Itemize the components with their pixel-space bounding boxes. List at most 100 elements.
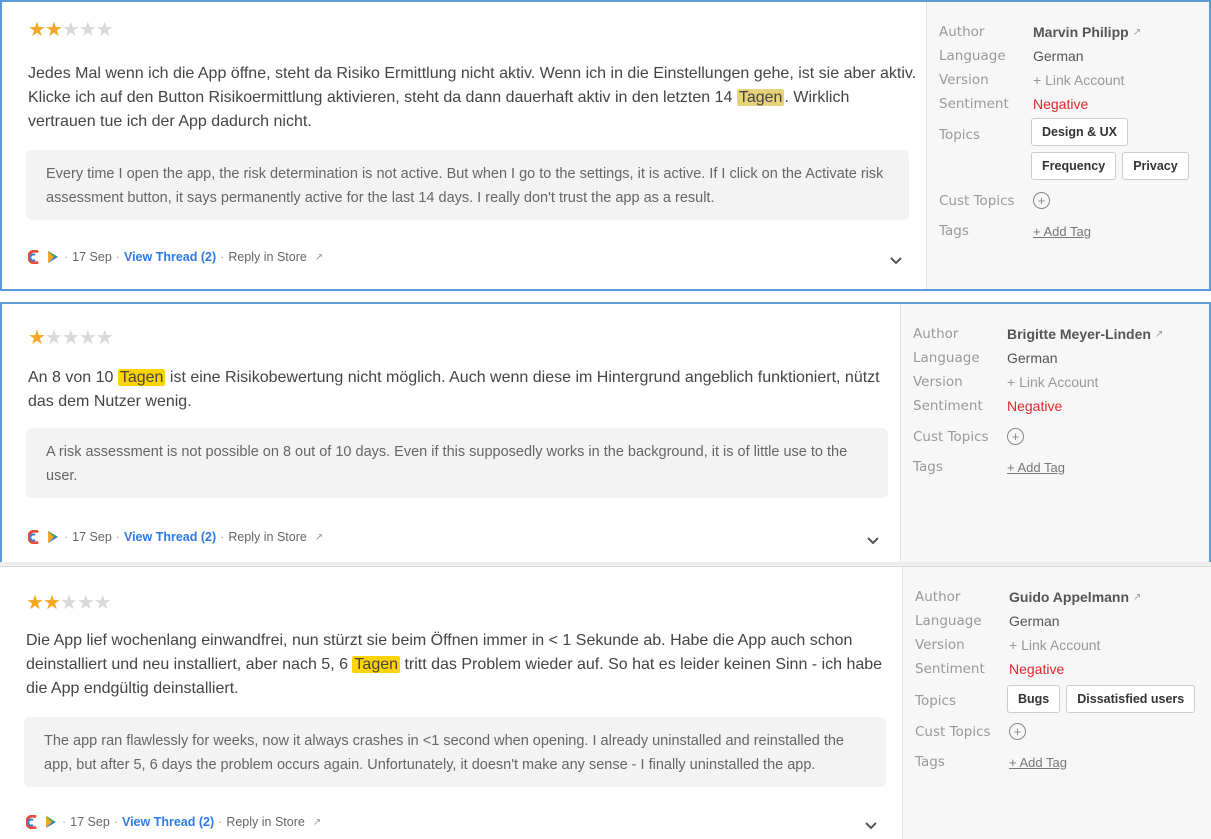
add-tag-link[interactable]: + Add Tag: [1009, 755, 1067, 770]
cust-topics-label: Cust Topics: [915, 723, 991, 740]
review-text: Jedes Mal wenn ich die App öffne, steht …: [28, 62, 918, 134]
review-text-part: An 8 von 10: [28, 369, 118, 386]
translation-text: A risk assessment is not possible on 8 o…: [46, 444, 848, 484]
app-logo-icon: [26, 815, 37, 829]
star-icon: ★: [95, 327, 114, 349]
star-icon: ★: [76, 592, 95, 614]
plus-circle-icon[interactable]: +: [1033, 192, 1050, 209]
sentiment-label: Sentiment: [915, 661, 985, 677]
view-thread-link[interactable]: View Thread (2): [124, 530, 216, 544]
separator: ·: [115, 530, 120, 544]
version-label: Version: [915, 637, 965, 653]
review-sidebar: Author Guido Appelmann ↗ Language German Ve…: [902, 567, 1211, 839]
add-tag-link[interactable]: + Add Tag: [1007, 460, 1065, 475]
review-text: An 8 von 10 Tagen ist eine Risikobewertu…: [28, 366, 888, 414]
app-logo-icon: [28, 250, 39, 264]
topic-chip[interactable]: Design & UX: [1031, 118, 1129, 146]
author-name[interactable]: Guido Appelmann: [1009, 589, 1129, 605]
author-name[interactable]: Brigitte Meyer-Linden: [1007, 326, 1151, 342]
review-meta: · 17 Sep · View Thread (2) · Reply in St…: [26, 815, 321, 829]
reply-in-store-link[interactable]: Reply in Store: [228, 530, 307, 544]
plus-circle-icon[interactable]: +: [1009, 723, 1026, 740]
sentiment-value: Negative: [1007, 398, 1063, 414]
separator: ·: [115, 250, 120, 264]
separator: ·: [220, 530, 225, 544]
cust-topics-label: Cust Topics: [939, 192, 1015, 209]
chevron-down-icon[interactable]: [865, 533, 881, 549]
star-icon: ★: [95, 19, 114, 41]
topic-chip[interactable]: Privacy: [1122, 152, 1189, 180]
review-sidebar: Author Marvin Philipp ↗ Language German Ver…: [926, 2, 1209, 289]
language-value: German: [1009, 613, 1060, 629]
topics-label: Topics: [939, 127, 980, 143]
review-main: ★★★★★ An 8 von 10 Tagen ist eine Risikob…: [2, 304, 902, 564]
review-date: 17 Sep: [72, 250, 112, 264]
review-date: 17 Sep: [72, 530, 112, 544]
star-icon: ★: [28, 327, 46, 349]
separator: ·: [220, 250, 225, 264]
language-value: German: [1033, 48, 1084, 64]
google-play-icon[interactable]: [46, 530, 60, 544]
view-thread-link[interactable]: View Thread (2): [124, 250, 216, 264]
view-thread-link[interactable]: View Thread (2): [122, 815, 214, 829]
review-card[interactable]: ★★★★★ An 8 von 10 Tagen ist eine Risikob…: [0, 302, 1211, 564]
star-icon: ★: [42, 592, 61, 614]
google-play-icon[interactable]: [46, 250, 60, 264]
star-rating: ★★★★★: [28, 327, 114, 349]
separator: ·: [64, 530, 69, 544]
keyword-highlight: Tagen: [117, 369, 166, 386]
external-link-icon: ↗: [1154, 328, 1164, 340]
link-account-link[interactable]: + Link Account: [1009, 637, 1100, 653]
review-card[interactable]: ★★★★★ Die App lief wochenlang einwandfre…: [0, 566, 1211, 839]
reply-in-store-link[interactable]: Reply in Store: [228, 250, 307, 264]
tags-label: Tags: [915, 754, 945, 770]
chevron-down-icon[interactable]: [888, 253, 904, 269]
version-label: Version: [939, 72, 989, 88]
review-sidebar: Author Brigitte Meyer-Linden ↗ Language Ger…: [900, 304, 1209, 564]
external-link-icon: ↗: [312, 816, 322, 828]
link-account-link[interactable]: + Link Account: [1007, 374, 1098, 390]
add-tag-link[interactable]: + Add Tag: [1033, 224, 1091, 239]
topic-chip[interactable]: Frequency: [1031, 152, 1117, 180]
star-icon: ★: [78, 327, 97, 349]
star-icon: ★: [59, 592, 78, 614]
language-value: German: [1007, 350, 1058, 366]
keyword-highlight: Tagen: [736, 89, 785, 106]
link-account-link[interactable]: + Link Account: [1033, 72, 1124, 88]
star-icon: ★: [28, 19, 46, 41]
topics-label: Topics: [915, 693, 956, 709]
google-play-icon[interactable]: [44, 815, 58, 829]
star-icon: ★: [93, 592, 112, 614]
translation-box: A risk assessment is not possible on 8 o…: [26, 428, 888, 498]
sentiment-label: Sentiment: [913, 398, 983, 414]
tags-label: Tags: [913, 459, 943, 475]
author-label: Author: [915, 589, 961, 605]
star-icon: ★: [44, 19, 63, 41]
external-link-icon: ↗: [314, 251, 324, 263]
review-text: Die App lief wochenlang einwandfrei, nun…: [26, 629, 886, 701]
author-label: Author: [939, 24, 985, 40]
cust-topics-label: Cust Topics: [913, 428, 989, 445]
review-card[interactable]: ★★★★★ Jedes Mal wenn ich die App öffne, …: [0, 0, 1211, 291]
chevron-down-icon[interactable]: [863, 818, 879, 834]
reply-in-store-link[interactable]: Reply in Store: [226, 815, 305, 829]
tags-label: Tags: [939, 223, 969, 239]
author-name[interactable]: Marvin Philipp: [1033, 24, 1129, 40]
star-icon: ★: [44, 327, 63, 349]
topic-chips: Design & UX Frequency Privacy: [1031, 118, 1211, 180]
language-label: Language: [913, 350, 980, 366]
version-label: Version: [913, 374, 963, 390]
language-label: Language: [939, 48, 1006, 64]
plus-circle-icon[interactable]: +: [1007, 428, 1024, 445]
review-meta: · 17 Sep · View Thread (2) · Reply in St…: [28, 530, 323, 544]
star-icon: ★: [61, 327, 80, 349]
sentiment-label: Sentiment: [939, 96, 1009, 112]
star-icon: ★: [78, 19, 97, 41]
topic-chip[interactable]: Dissatisfied users: [1066, 685, 1196, 713]
review-main: ★★★★★ Die App lief wochenlang einwandfre…: [0, 567, 900, 839]
star-rating: ★★★★★: [28, 19, 114, 41]
review-meta: · 17 Sep · View Thread (2) · Reply in St…: [28, 250, 323, 264]
author-label: Author: [913, 326, 959, 342]
translation-box: Every time I open the app, the risk dete…: [26, 150, 909, 220]
topic-chip[interactable]: Bugs: [1007, 685, 1061, 713]
